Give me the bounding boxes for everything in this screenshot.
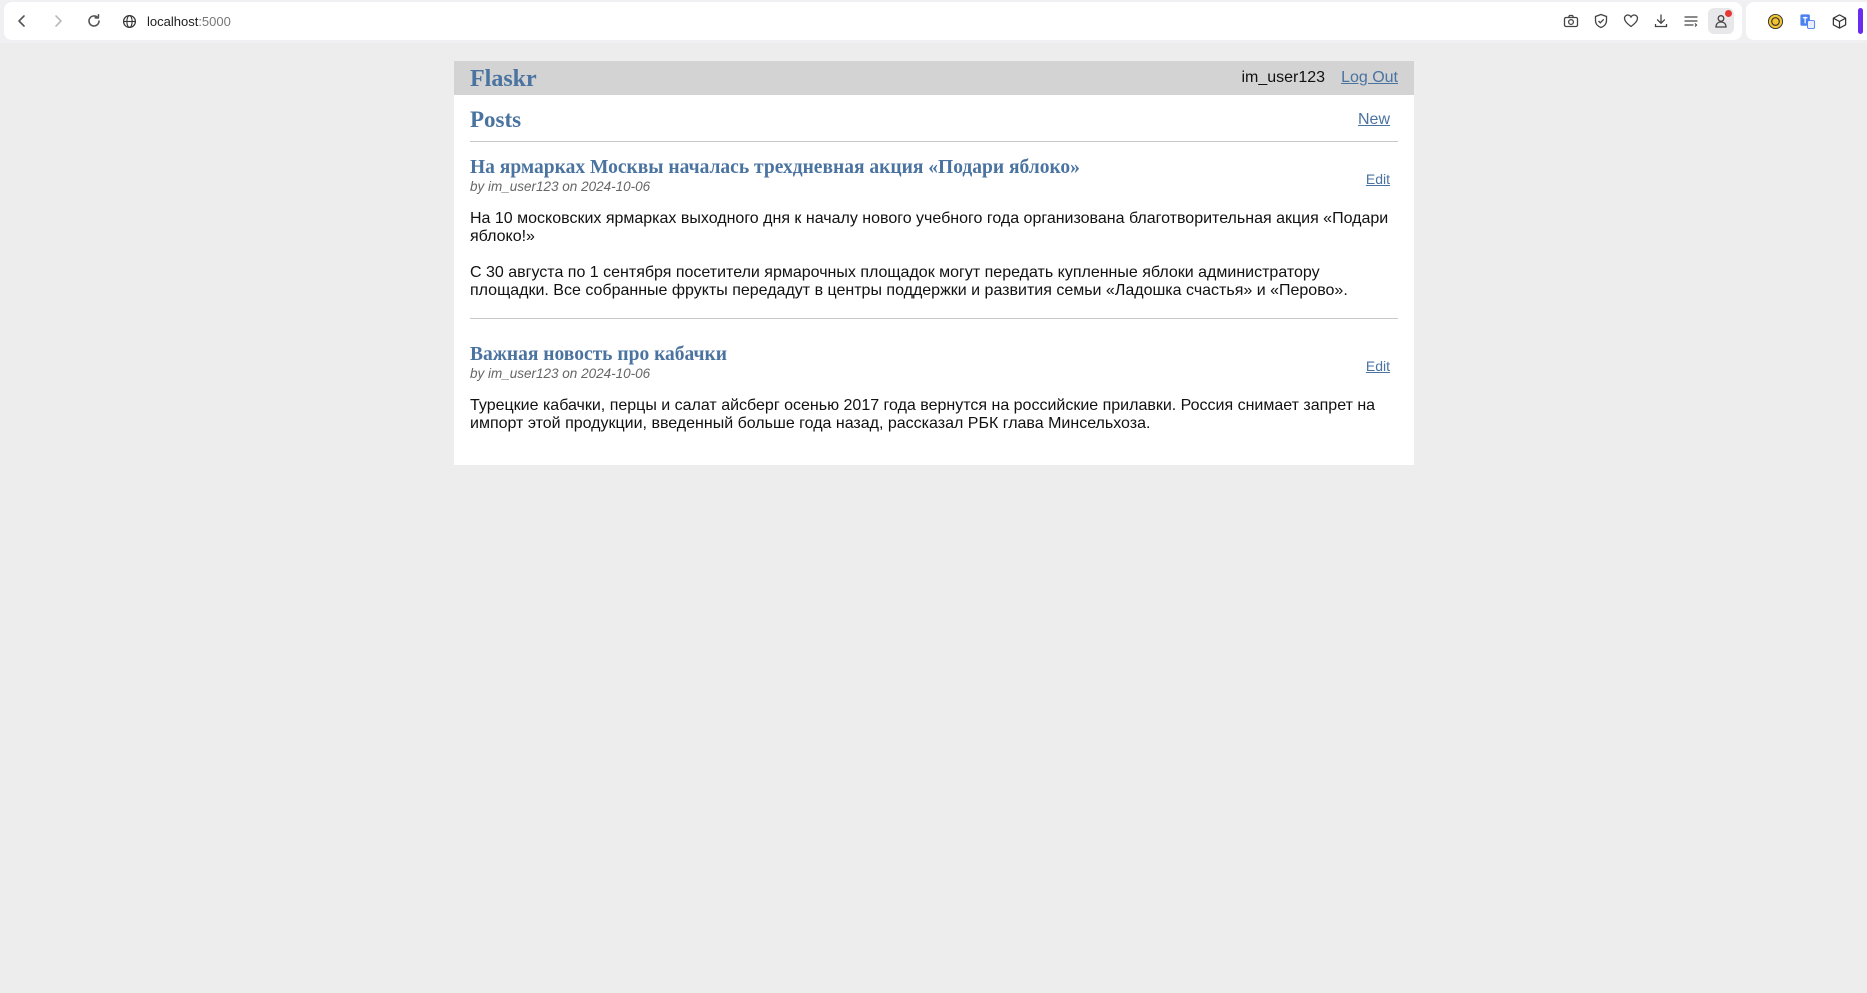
post-byline: by im_user123 on 2024-10-06 [470, 366, 651, 381]
post-body: Турецкие кабачки, перцы и салат айсберг … [470, 397, 1376, 432]
sidebar-accent[interactable] [1858, 8, 1863, 34]
logout-link[interactable]: Log Out [1341, 69, 1398, 87]
post-title: Важная новость про кабачки [470, 344, 727, 365]
profile-button[interactable] [1708, 8, 1734, 34]
forward-button[interactable] [44, 7, 72, 35]
edit-post-link[interactable]: Edit [1366, 358, 1390, 374]
post: На ярмарках Москвы началась трехдневная … [470, 142, 1398, 300]
content: Posts New На ярмарках Москвы началась тр… [454, 95, 1414, 433]
post-header: На ярмарках Москвы началась трехдневная … [470, 157, 1398, 195]
new-post-link[interactable]: New [1358, 107, 1390, 129]
browser-toolbar: localhost:5000 [0, 0, 1867, 43]
reload-icon [88, 14, 100, 27]
brand-title[interactable]: Flaskr [470, 64, 1241, 93]
url-field[interactable]: localhost:5000 [147, 14, 231, 29]
back-button[interactable] [8, 7, 36, 35]
extension-cube-icon[interactable] [1826, 8, 1852, 34]
edit-post-link[interactable]: Edit [1366, 171, 1390, 187]
chevron-left-icon [18, 15, 25, 27]
chevron-right-icon [55, 15, 62, 27]
menu-list-icon[interactable] [1678, 8, 1704, 34]
extensions-bar [1746, 2, 1867, 40]
post-title: На ярмарках Москвы началась трехдневная … [470, 157, 1080, 178]
notification-dot [1725, 10, 1732, 17]
toolbar-icons [1558, 2, 1734, 40]
heart-icon[interactable] [1618, 8, 1644, 34]
page-viewport: Flaskr im_user123 Log Out Posts New На я… [0, 43, 1867, 993]
extension-coin-icon[interactable] [1762, 8, 1788, 34]
extension-translate-icon[interactable] [1794, 8, 1820, 34]
post-byline: by im_user123 on 2024-10-06 [470, 179, 651, 194]
top-nav: Flaskr im_user123 Log Out [454, 61, 1414, 95]
url-host: localhost [147, 13, 199, 29]
download-icon[interactable] [1648, 8, 1674, 34]
current-username: im_user123 [1241, 69, 1326, 86]
reload-button[interactable] [80, 7, 108, 35]
url-port: :5000 [198, 13, 231, 29]
post: Важная новость про кабачки by im_user123… [470, 319, 1398, 433]
shield-check-icon[interactable] [1588, 8, 1614, 34]
camera-icon[interactable] [1558, 8, 1584, 34]
post-body: На 10 московских ярмарках выходного дня … [470, 210, 1389, 299]
globe-icon[interactable] [120, 12, 138, 30]
post-header: Важная новость про кабачки by im_user123… [470, 344, 1398, 382]
page-title: Posts [470, 107, 522, 132]
content-header: Posts New [470, 95, 1398, 142]
flaskr-page: Flaskr im_user123 Log Out Posts New На я… [454, 61, 1414, 465]
address-bar-container: localhost:5000 [4, 2, 1742, 40]
